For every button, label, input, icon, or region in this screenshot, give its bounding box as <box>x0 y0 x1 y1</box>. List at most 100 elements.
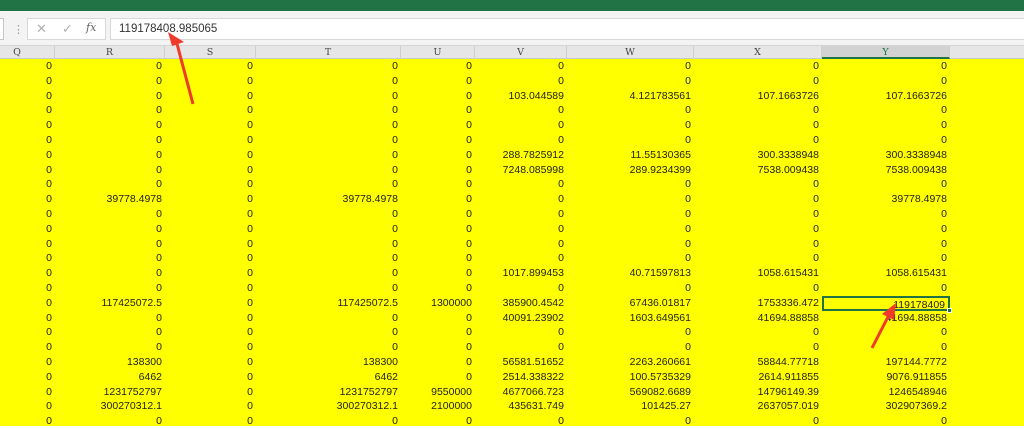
cell-u[interactable]: 0 <box>401 133 475 148</box>
cell-r[interactable]: 0 <box>55 414 165 429</box>
cell-x[interactable]: 0 <box>694 414 822 429</box>
cell-x[interactable]: 0 <box>694 222 822 237</box>
cell-u[interactable]: 0 <box>401 355 475 370</box>
cell-u[interactable]: 9550000 <box>401 385 475 400</box>
cell-t[interactable]: 0 <box>256 311 401 326</box>
cell-q[interactable]: 0 <box>0 251 55 266</box>
cell-q[interactable]: 0 <box>0 355 55 370</box>
column-header-u[interactable]: U <box>401 46 475 59</box>
cell-r[interactable]: 0 <box>55 74 165 89</box>
cell-y[interactable]: 0 <box>822 74 950 89</box>
cell-v[interactable]: 0 <box>475 237 567 252</box>
cell-s[interactable]: 0 <box>165 148 256 163</box>
cell-t[interactable]: 0 <box>256 414 401 429</box>
cell-q[interactable]: 0 <box>0 414 55 429</box>
cell-v[interactable]: 0 <box>475 207 567 222</box>
cell-s[interactable]: 0 <box>165 103 256 118</box>
column-header-w[interactable]: W <box>567 46 694 59</box>
cell-y[interactable]: 0 <box>822 118 950 133</box>
cell-w[interactable]: 100.5735329 <box>567 370 694 385</box>
cell-q[interactable]: 0 <box>0 103 55 118</box>
cell-y[interactable]: 0 <box>822 207 950 222</box>
cell-s[interactable]: 0 <box>165 207 256 222</box>
cell-u[interactable]: 0 <box>401 311 475 326</box>
cell-y[interactable]: 0 <box>822 340 950 355</box>
cell-x[interactable]: 2637057.019 <box>694 399 822 414</box>
cell-v[interactable]: 0 <box>475 192 567 207</box>
column-header-r[interactable]: R <box>55 46 165 59</box>
cell-y[interactable]: 1246548946 <box>822 385 950 400</box>
cell-w[interactable]: 1603.649561 <box>567 311 694 326</box>
cell-v[interactable]: 40091.23902 <box>475 311 567 326</box>
cell-t[interactable]: 0 <box>256 103 401 118</box>
cell-r[interactable]: 0 <box>55 163 165 178</box>
cell-y[interactable]: 0 <box>822 414 950 429</box>
cell-x[interactable]: 0 <box>694 103 822 118</box>
cell-x[interactable]: 7538.009438 <box>694 163 822 178</box>
cell-w[interactable]: 0 <box>567 222 694 237</box>
cell-u[interactable]: 0 <box>401 207 475 222</box>
cell-u[interactable]: 0 <box>401 163 475 178</box>
cell-t[interactable]: 0 <box>256 251 401 266</box>
cell-v[interactable]: 0 <box>475 222 567 237</box>
active-cell[interactable]: 119178409 <box>822 295 950 311</box>
cell-y[interactable]: 39778.4978 <box>822 192 950 207</box>
cell-v[interactable]: 0 <box>475 251 567 266</box>
cell-y[interactable]: 197144.7772 <box>822 355 950 370</box>
cell-w[interactable]: 0 <box>567 237 694 252</box>
cell-t[interactable]: 1231752797 <box>256 385 401 400</box>
cell-y[interactable]: 0 <box>822 59 950 74</box>
cell-q[interactable]: 0 <box>0 266 55 281</box>
cell-t[interactable]: 0 <box>256 118 401 133</box>
cell-x[interactable]: 0 <box>694 325 822 340</box>
cell-x[interactable]: 0 <box>694 251 822 266</box>
cell-x[interactable]: 0 <box>694 237 822 252</box>
cell-y[interactable]: 9076.911855 <box>822 370 950 385</box>
cell-w[interactable]: 101425.27 <box>567 399 694 414</box>
insert-function-icon[interactable]: fx <box>86 21 96 34</box>
cell-t[interactable]: 0 <box>256 74 401 89</box>
cell-t[interactable]: 0 <box>256 325 401 340</box>
cell-t[interactable]: 0 <box>256 281 401 296</box>
cell-s[interactable]: 0 <box>165 192 256 207</box>
cell-w[interactable]: 67436.01817 <box>567 296 694 311</box>
cell-q[interactable]: 0 <box>0 192 55 207</box>
cell-x[interactable]: 0 <box>694 59 822 74</box>
cell-x[interactable]: 14796149.39 <box>694 385 822 400</box>
cell-r[interactable]: 0 <box>55 311 165 326</box>
column-header-s[interactable]: S <box>165 46 256 59</box>
cell-r[interactable]: 300270312.1 <box>55 399 165 414</box>
cell-v[interactable]: 0 <box>475 177 567 192</box>
cell-y[interactable]: 7538.009438 <box>822 163 950 178</box>
cell-r[interactable]: 0 <box>55 118 165 133</box>
cell-q[interactable]: 0 <box>0 340 55 355</box>
cell-y[interactable]: 300.3338948 <box>822 148 950 163</box>
cell-y[interactable]: 0 <box>822 237 950 252</box>
cell-q[interactable]: 0 <box>0 222 55 237</box>
cell-q[interactable]: 0 <box>0 370 55 385</box>
cell-t[interactable]: 0 <box>256 222 401 237</box>
cell-t[interactable]: 0 <box>256 177 401 192</box>
cell-t[interactable]: 0 <box>256 59 401 74</box>
cell-w[interactable]: 0 <box>567 59 694 74</box>
cell-w[interactable]: 0 <box>567 133 694 148</box>
cell-w[interactable]: 0 <box>567 281 694 296</box>
cell-w[interactable]: 11.55130365 <box>567 148 694 163</box>
cell-q[interactable]: 0 <box>0 59 55 74</box>
cell-s[interactable]: 0 <box>165 370 256 385</box>
cell-x[interactable]: 0 <box>694 133 822 148</box>
cell-t[interactable]: 117425072.5 <box>256 296 401 311</box>
cell-q[interactable]: 0 <box>0 325 55 340</box>
cell-q[interactable]: 0 <box>0 296 55 311</box>
formula-input[interactable]: 119178408.985065 <box>110 18 1024 40</box>
cell-u[interactable]: 0 <box>401 118 475 133</box>
cell-q[interactable]: 0 <box>0 177 55 192</box>
cell-s[interactable]: 0 <box>165 133 256 148</box>
cell-w[interactable]: 40.71597813 <box>567 266 694 281</box>
column-header-x[interactable]: X <box>694 46 822 59</box>
cell-t[interactable]: 138300 <box>256 355 401 370</box>
cell-x[interactable]: 0 <box>694 74 822 89</box>
cell-y[interactable]: 1058.615431 <box>822 266 950 281</box>
name-box[interactable] <box>0 18 4 40</box>
cell-q[interactable]: 0 <box>0 207 55 222</box>
